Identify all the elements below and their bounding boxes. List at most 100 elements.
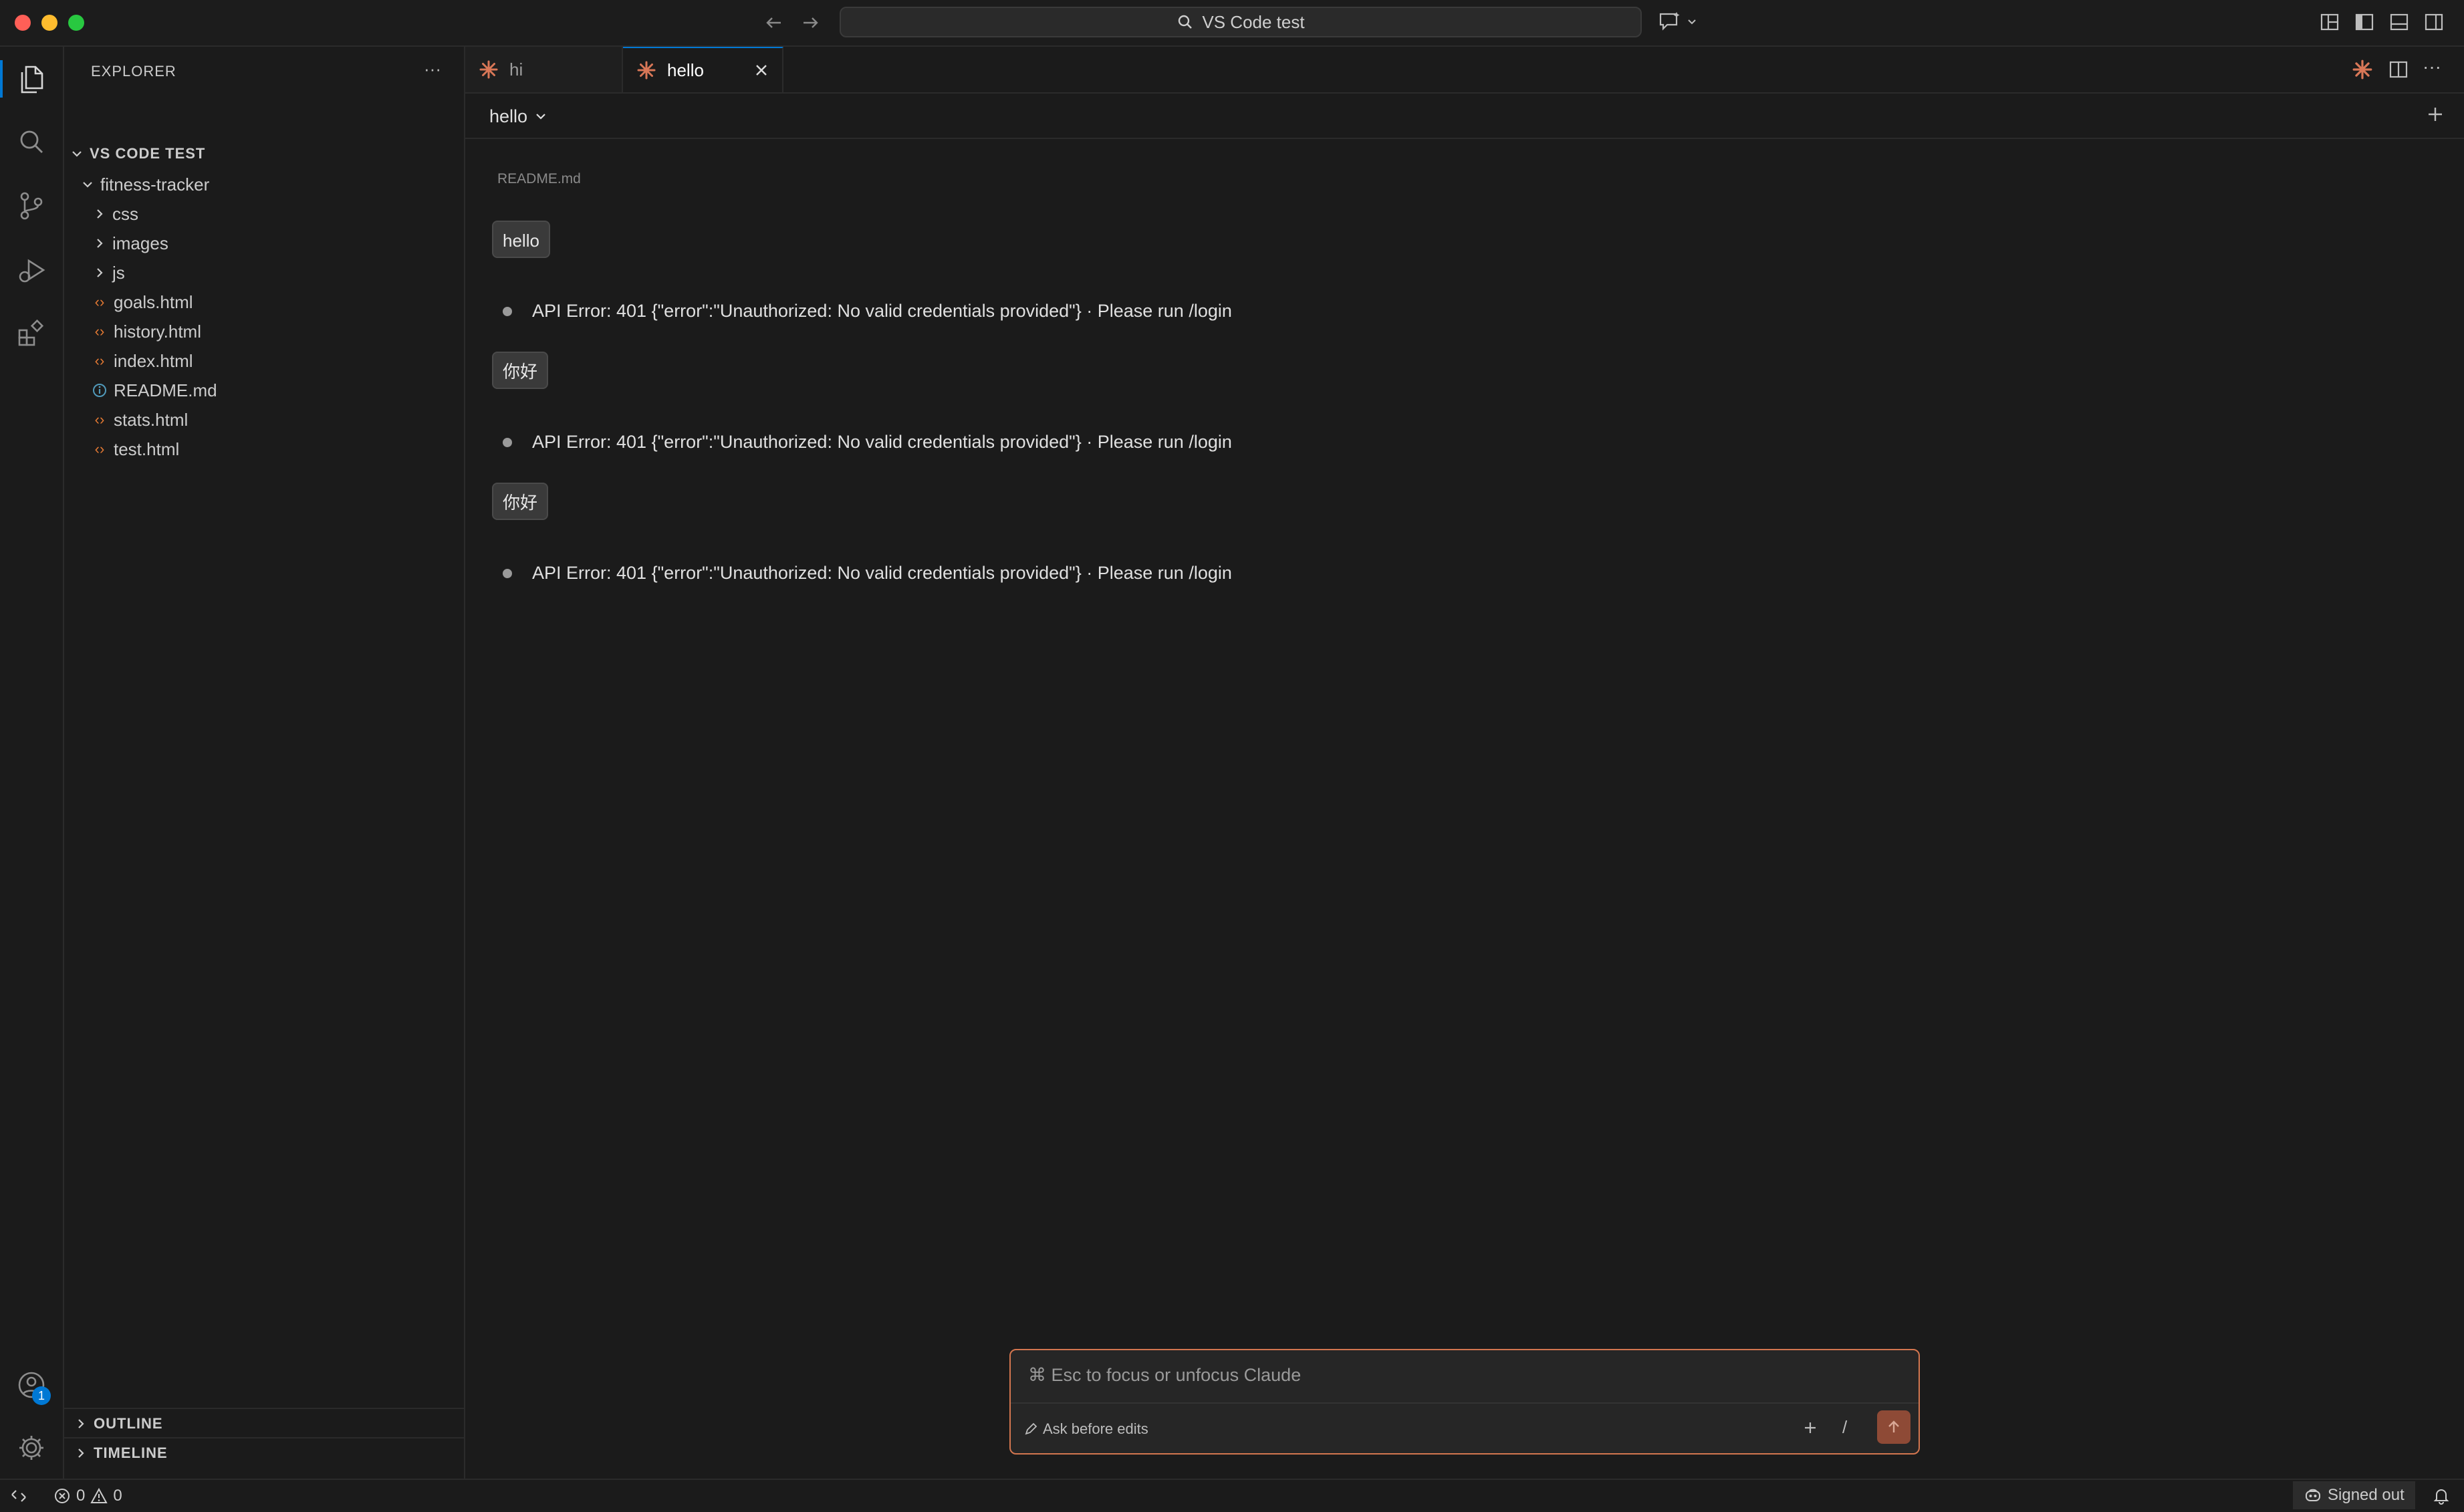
accounts-badge: 1	[32, 1386, 51, 1405]
prompt-divider	[1011, 1402, 1919, 1404]
folder-label: css	[112, 203, 138, 224]
close-window-button[interactable]	[15, 15, 31, 31]
info-icon	[90, 382, 110, 398]
send-button[interactable]	[1877, 1410, 1911, 1444]
outline-label: OUTLINE	[94, 1415, 163, 1432]
close-icon[interactable]	[753, 61, 770, 79]
folder-images[interactable]: images	[91, 229, 168, 258]
file-label: index.html	[114, 350, 193, 371]
folder-label: images	[112, 233, 168, 253]
assistant-message-text: API Error: 401 {"error":"Unauthorized: N…	[532, 432, 1232, 452]
status-dot	[503, 306, 512, 316]
file-history-html[interactable]: ‹› history.html	[90, 317, 201, 346]
session-selector[interactable]: hello	[489, 102, 547, 131]
title-bar: VS Code test	[0, 0, 2464, 47]
toggle-primary-sidebar-icon[interactable]	[2354, 12, 2374, 32]
settings-gear-icon[interactable]	[13, 1429, 50, 1467]
status-bar: 0 0 Signed out	[0, 1479, 2464, 1512]
chevron-right-icon	[72, 1444, 90, 1462]
warning-count: 0	[113, 1487, 122, 1505]
file-label: test.html	[114, 438, 180, 459]
add-attachment-plus-icon[interactable]	[1801, 1418, 1820, 1437]
folder-js[interactable]: js	[91, 258, 125, 287]
problems-indicator[interactable]: 0 0	[53, 1485, 122, 1507]
session-title: hello	[489, 106, 528, 126]
source-control-icon[interactable]	[13, 187, 50, 225]
code-icon: ‹›	[94, 411, 105, 428]
search-icon[interactable]	[13, 123, 50, 160]
code-icon: ‹›	[94, 323, 105, 340]
tab-hello[interactable]: hello	[623, 47, 783, 92]
minimize-window-button[interactable]	[41, 15, 57, 31]
file-test-html[interactable]: ‹› test.html	[90, 434, 180, 464]
slash-command-button[interactable]: /	[1842, 1417, 1847, 1438]
file-readme-md[interactable]: README.md	[90, 376, 217, 405]
signed-out-indicator[interactable]: Signed out	[2293, 1481, 2415, 1509]
outline-section-header[interactable]: OUTLINE	[64, 1408, 464, 1438]
signed-out-label: Signed out	[2328, 1486, 2405, 1504]
file-stats-html[interactable]: ‹› stats.html	[90, 405, 189, 434]
toggle-panel-icon[interactable]	[2389, 12, 2409, 32]
chevron-right-icon	[91, 205, 108, 223]
extensions-icon[interactable]	[13, 314, 50, 352]
assistant-message: API Error: 401 {"error":"Unauthorized: N…	[503, 563, 1232, 584]
arrow-up-icon	[1885, 1418, 1902, 1436]
prompt-input[interactable]: ⌘ Esc to focus or unfocus Claude	[1028, 1365, 1301, 1386]
folder-label: fitness-tracker	[100, 174, 210, 195]
maximize-window-button[interactable]	[68, 15, 84, 31]
forward-arrow-icon[interactable]	[799, 12, 821, 33]
error-icon	[53, 1487, 71, 1505]
more-actions-icon[interactable]: ···	[2423, 56, 2441, 78]
claude-spark-icon	[636, 60, 656, 80]
tab-hi[interactable]: hi	[465, 47, 623, 92]
file-label: README.md	[114, 380, 217, 400]
active-indicator	[0, 60, 3, 98]
new-session-plus-icon[interactable]	[2425, 104, 2445, 124]
explorer-title: EXPLORER	[91, 63, 176, 80]
search-label: VS Code test	[1202, 11, 1305, 32]
file-index-html[interactable]: ‹› index.html	[90, 346, 193, 376]
workspace-header[interactable]: VS CODE TEST	[68, 139, 205, 168]
timeline-section-header[interactable]: TIMELINE	[64, 1437, 464, 1468]
claude-chat-panel: hello README.md hello API Error: 401 {"e…	[465, 94, 2464, 1479]
chat-menu-button[interactable]	[1658, 11, 1698, 32]
folder-label: js	[112, 262, 125, 283]
remote-indicator-icon[interactable]	[9, 1487, 28, 1505]
context-file-label: README.md	[497, 171, 581, 186]
status-dot	[503, 568, 512, 578]
customize-layout-icon[interactable]	[2320, 12, 2340, 32]
mode-selector[interactable]: Ask before edits	[1024, 1416, 1148, 1442]
mode-label: Ask before edits	[1043, 1420, 1148, 1437]
explorer-icon[interactable]	[13, 60, 50, 98]
chevron-down-icon	[68, 145, 86, 162]
user-message: hello	[492, 221, 550, 258]
assistant-message: API Error: 401 {"error":"Unauthorized: N…	[503, 432, 1232, 453]
toggle-secondary-sidebar-icon[interactable]	[2424, 12, 2444, 32]
run-debug-icon[interactable]	[13, 251, 50, 289]
notifications-bell-icon[interactable]	[2432, 1487, 2451, 1505]
pencil-icon	[1024, 1422, 1037, 1436]
status-dot	[503, 437, 512, 447]
chevron-down-icon	[1686, 15, 1698, 27]
folder-fitness-tracker[interactable]: fitness-tracker	[79, 170, 209, 199]
chat-sparkle-icon	[1658, 11, 1682, 32]
assistant-message-text: API Error: 401 {"error":"Unauthorized: N…	[532, 301, 1232, 321]
split-editor-icon[interactable]	[2388, 59, 2409, 80]
back-arrow-icon[interactable]	[763, 12, 785, 33]
code-icon: ‹›	[94, 352, 105, 369]
claude-spark-icon[interactable]	[2352, 59, 2373, 80]
user-message: 你好	[492, 483, 549, 520]
session-header	[465, 94, 2464, 139]
tab-label: hi	[509, 59, 523, 80]
assistant-message-text: API Error: 401 {"error":"Unauthorized: N…	[532, 563, 1232, 583]
explorer-sidebar: EXPLORER ··· VS CODE TEST fitness-tracke…	[64, 47, 465, 1479]
more-actions-icon[interactable]: ···	[424, 59, 441, 80]
command-center-search[interactable]: VS Code test	[840, 7, 1642, 37]
error-count: 0	[76, 1487, 86, 1505]
editor-tab-bar: hi hello ···	[465, 47, 2464, 94]
chevron-down-icon	[534, 110, 547, 123]
tab-label: hello	[667, 59, 704, 80]
file-goals-html[interactable]: ‹› goals.html	[90, 287, 193, 317]
chevron-right-icon	[91, 264, 108, 281]
folder-css[interactable]: css	[91, 199, 138, 229]
